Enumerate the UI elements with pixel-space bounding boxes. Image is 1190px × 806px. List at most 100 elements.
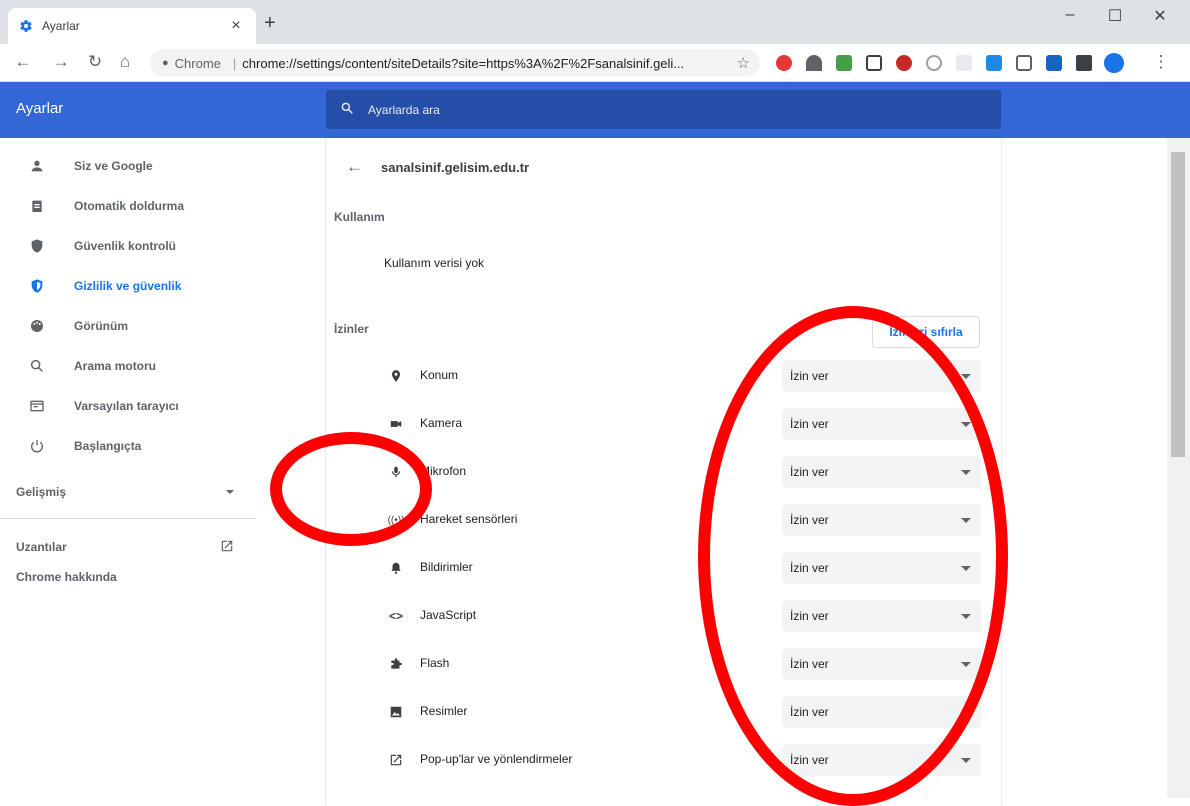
adblock-extension-icon[interactable] xyxy=(776,55,792,71)
permission-label: Pop-up'lar ve yönlendirmeler xyxy=(420,752,573,766)
sidebar-item-autofill[interactable]: Otomatik doldurma xyxy=(0,186,256,226)
sidebar-item-about-chrome[interactable]: Chrome hakkında xyxy=(0,567,256,587)
permission-select[interactable]: İzin ver xyxy=(782,744,981,776)
permission-select[interactable]: İzin ver xyxy=(782,456,981,488)
permission-value: İzin ver xyxy=(790,561,829,575)
permission-row-notifications: Bildirimler İzin ver xyxy=(326,544,1001,592)
site-header: ← sanalsinif.gelisim.edu.tr xyxy=(346,157,529,177)
sidebar-item-extensions[interactable]: Uzantılar xyxy=(0,527,256,567)
drive-extension-icon[interactable] xyxy=(806,55,822,71)
window-close-icon[interactable]: ✕ xyxy=(1140,6,1180,26)
usage-value: Kullanım verisi yok xyxy=(384,256,485,270)
permission-select[interactable]: İzin ver xyxy=(782,504,981,536)
screenshot-extension-icon[interactable] xyxy=(1046,55,1062,71)
sidebar-item-privacy[interactable]: Gizlilik ve güvenlik xyxy=(0,266,256,306)
pip-extension-icon[interactable] xyxy=(866,55,882,71)
sidebar-about-label: Chrome hakkında xyxy=(16,570,117,584)
browser-tab[interactable]: Ayarlar × xyxy=(8,8,256,44)
permission-row-camera: Kamera İzin ver xyxy=(326,400,1001,448)
menu-dots-icon[interactable]: ⋮ xyxy=(1150,52,1172,72)
bookmark-star-icon[interactable]: ☆ xyxy=(737,54,750,72)
sidebar-item-default-browser[interactable]: Varsayılan tarayıcı xyxy=(0,386,256,426)
power-icon xyxy=(28,437,46,455)
chevron-down-icon xyxy=(226,490,234,494)
maximize-icon[interactable]: ☐ xyxy=(1095,6,1135,26)
permission-label: Kamera xyxy=(420,416,463,430)
permission-select[interactable]: İzin ver xyxy=(782,648,981,680)
dropdown-arrow-icon xyxy=(961,662,971,667)
settings-gear-icon xyxy=(18,18,34,34)
page-title: Ayarlar xyxy=(16,100,64,117)
permission-label: Resimler xyxy=(420,704,468,718)
dropdown-arrow-icon xyxy=(961,566,971,571)
minimize-icon[interactable]: – xyxy=(1050,6,1090,24)
location-icon xyxy=(386,366,406,386)
search-icon xyxy=(28,357,46,375)
dropdown-arrow-icon xyxy=(961,422,971,427)
permission-value: İzin ver xyxy=(790,465,829,479)
selenium-extension-icon[interactable] xyxy=(836,55,852,71)
address-separator: | xyxy=(232,55,237,71)
privacy-shield-icon xyxy=(28,277,46,295)
sidebar-item-label: Otomatik doldurma xyxy=(74,199,185,213)
forward-arrow-icon[interactable]: → xyxy=(50,52,72,72)
settings-header: Ayarlar Ayarlarda ara xyxy=(0,82,1190,138)
sidebar-item-you-and-google[interactable]: Siz ve Google xyxy=(0,146,256,186)
dropdown-arrow-icon xyxy=(961,758,971,763)
translate-extension-icon[interactable] xyxy=(986,55,1002,71)
permission-row-microphone: Mikrofon İzin ver xyxy=(326,448,1001,496)
tab-close-icon[interactable]: × xyxy=(226,17,246,35)
reset-permissions-button[interactable]: İzinleri sıfırla xyxy=(872,316,980,348)
microphone-icon xyxy=(386,462,406,482)
permission-label: Hareket sensörleri xyxy=(420,512,518,526)
sidebar-item-search-engine[interactable]: Arama motoru xyxy=(0,346,256,386)
tab-title: Ayarlar xyxy=(42,19,80,33)
dropdown-arrow-icon xyxy=(961,518,971,523)
permission-row-location: Konum İzin ver xyxy=(326,352,1001,400)
record-extension-icon[interactable] xyxy=(896,55,912,71)
home-icon[interactable]: ⌂ xyxy=(114,52,136,72)
person-icon xyxy=(28,157,46,175)
permission-value: İzin ver xyxy=(790,657,829,671)
back-arrow-icon[interactable]: ← xyxy=(12,52,34,72)
back-arrow-icon[interactable]: ← xyxy=(346,157,363,177)
sidebar-item-appearance[interactable]: Görünüm xyxy=(0,306,256,346)
scrollbar[interactable] xyxy=(1167,138,1190,798)
dropdown-arrow-icon xyxy=(961,470,971,475)
permission-select[interactable]: İzin ver xyxy=(782,408,981,440)
usage-section-label: Kullanım xyxy=(334,210,385,224)
chrome-logo-icon: ● xyxy=(162,57,169,69)
sidebar-advanced-toggle[interactable]: Gelişmiş xyxy=(0,472,256,512)
sidebar-item-label: Görünüm xyxy=(74,319,128,333)
sidebar-item-label: Başlangıçta xyxy=(74,439,142,453)
sidebar-advanced-label: Gelişmiş xyxy=(16,485,67,499)
extensions-puzzle-icon[interactable] xyxy=(1076,55,1092,71)
sidebar-item-safety-check[interactable]: Güvenlik kontrolü xyxy=(0,226,256,266)
cursor-extension-icon[interactable] xyxy=(956,55,972,71)
sidebar: Siz ve Google Otomatik doldurma Güvenlik… xyxy=(0,138,256,806)
search-icon xyxy=(340,101,354,119)
permission-row-javascript: <> JavaScript İzin ver xyxy=(326,592,1001,640)
camera-icon xyxy=(386,414,406,434)
search-input[interactable]: Ayarlarda ara xyxy=(326,90,1001,129)
open-in-new-icon xyxy=(386,750,406,770)
permission-select[interactable]: İzin ver xyxy=(782,552,981,584)
permission-label: Bildirimler xyxy=(420,560,473,574)
permission-select[interactable]: İzin ver xyxy=(782,600,981,632)
scrollbar-thumb[interactable] xyxy=(1171,152,1185,457)
camera-extension-icon[interactable] xyxy=(1016,55,1032,71)
address-url: chrome://settings/content/siteDetails?si… xyxy=(242,55,685,71)
permission-select[interactable]: İzin ver xyxy=(782,696,981,728)
code-icon: <> xyxy=(388,609,403,623)
zoom-extension-icon[interactable] xyxy=(926,55,942,71)
avatar[interactable] xyxy=(1104,53,1124,73)
address-bar[interactable]: ● Chrome | chrome://settings/content/sit… xyxy=(150,49,760,77)
permission-value: İzin ver xyxy=(790,513,829,527)
permission-select[interactable]: İzin ver xyxy=(782,360,981,392)
permission-value: İzin ver xyxy=(790,609,829,623)
open-in-new-icon xyxy=(220,539,234,556)
sidebar-item-on-startup[interactable]: Başlangıçta xyxy=(0,426,256,466)
permission-label: Flash xyxy=(420,656,450,670)
reload-icon[interactable]: ↻ xyxy=(84,52,106,72)
new-tab-icon[interactable]: + xyxy=(264,12,276,35)
